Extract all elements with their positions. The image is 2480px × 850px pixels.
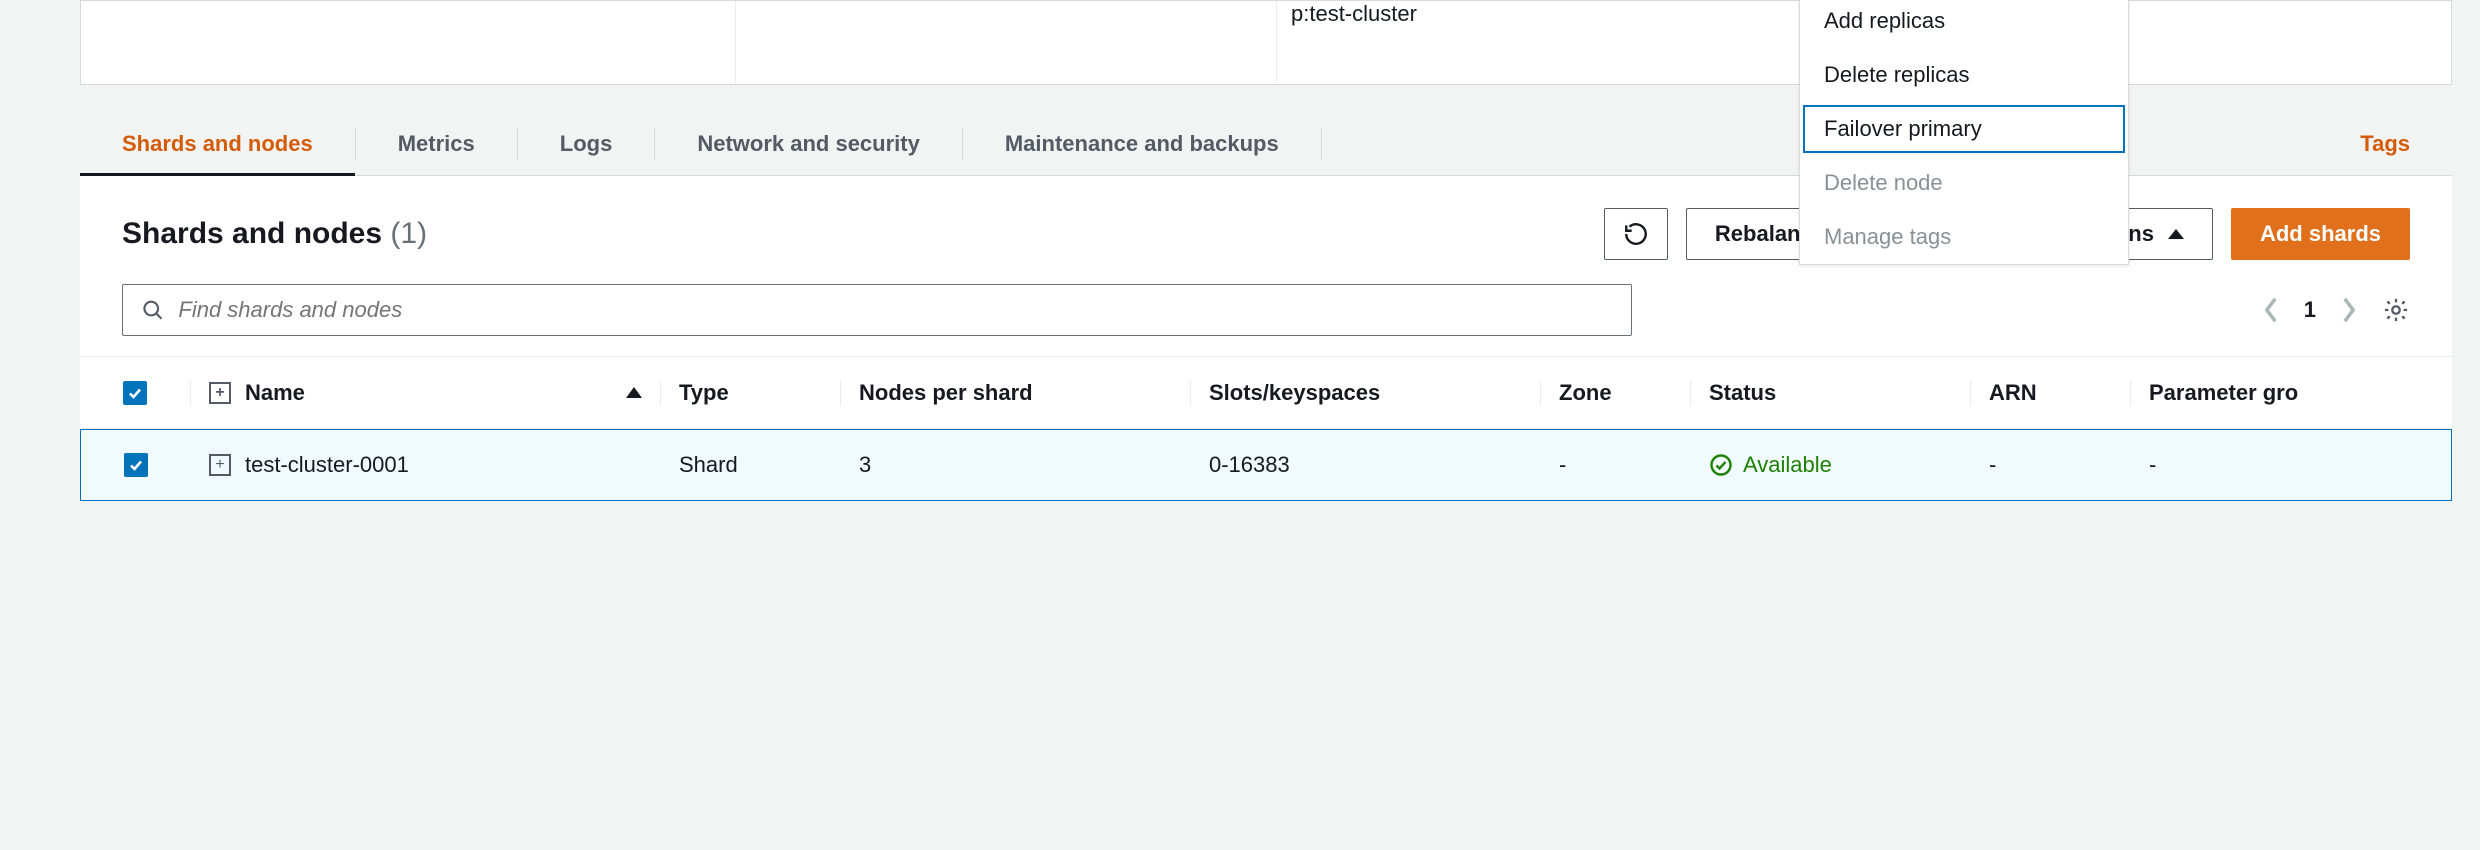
menu-item-delete-replicas[interactable]: Delete replicas (1800, 48, 2128, 102)
tab-maintenance-and-backups[interactable]: Maintenance and backups (963, 113, 1321, 175)
row-name: test-cluster-0001 (245, 452, 409, 478)
col-type[interactable]: Type (660, 380, 840, 406)
refresh-icon (1623, 221, 1649, 247)
shards-table: + Name Type Nodes per shard Slots/keyspa… (80, 356, 2452, 501)
menu-item-delete-node: Delete node (1800, 156, 2128, 210)
status-ok-icon (1709, 453, 1733, 477)
menu-item-add-replicas[interactable]: Add replicas (1800, 0, 2128, 48)
menu-item-failover-primary[interactable]: Failover primary (1800, 102, 2128, 156)
caret-up-icon (2168, 229, 2184, 239)
table-row[interactable]: + test-cluster-0001 Shard 3 0-16383 - Av… (80, 429, 2452, 501)
tab-metrics[interactable]: Metrics (356, 113, 517, 175)
tab-logs[interactable]: Logs (518, 113, 655, 175)
row-select-cell[interactable] (81, 453, 191, 477)
row-checkbox[interactable] (124, 453, 148, 477)
add-shards-button[interactable]: Add shards (2231, 208, 2410, 260)
expand-all-icon[interactable]: + (209, 382, 231, 404)
row-parameter-group: - (2131, 452, 2451, 478)
expand-row-icon[interactable]: + (209, 454, 231, 476)
col-slots[interactable]: Slots/keyspaces (1190, 380, 1540, 406)
row-slots: 0-16383 (1191, 452, 1541, 478)
cluster-label: p:test-cluster (1291, 1, 1417, 27)
divider (1276, 1, 1277, 84)
tab-network-and-security[interactable]: Network and security (655, 113, 962, 175)
row-type: Shard (661, 452, 841, 478)
row-zone: - (1541, 452, 1691, 478)
col-arn[interactable]: ARN (1970, 380, 2130, 406)
select-all-cell[interactable] (80, 381, 190, 405)
col-name[interactable]: + Name (190, 380, 660, 406)
search-box[interactable] (122, 284, 1632, 336)
panel-title-text: Shards and nodes (122, 217, 382, 250)
search-input[interactable] (178, 297, 1613, 323)
refresh-button[interactable] (1604, 208, 1668, 260)
select-all-checkbox[interactable] (123, 381, 147, 405)
prev-page-icon[interactable] (2262, 296, 2280, 324)
row-status-text: Available (1743, 452, 1832, 478)
row-nodes-per-shard: 3 (841, 452, 1191, 478)
panel-item-count: (1) (390, 217, 427, 250)
sort-asc-icon (626, 387, 642, 398)
tabs-bar: Shards and nodes Metrics Logs Network an… (80, 113, 2452, 176)
menu-item-manage-tags: Manage tags (1800, 210, 2128, 264)
divider (735, 1, 736, 84)
search-icon (141, 298, 164, 322)
panel-title: Shards and nodes (1) (122, 217, 1586, 251)
actions-dropdown-menu: Add replicas Delete replicas Failover pr… (1799, 0, 2129, 265)
row-arn: - (1971, 452, 2131, 478)
col-zone[interactable]: Zone (1540, 380, 1690, 406)
next-page-icon[interactable] (2340, 296, 2358, 324)
col-parameter-group[interactable]: Parameter gro (2130, 380, 2452, 406)
tab-tags[interactable]: Tags (2318, 113, 2452, 175)
settings-icon[interactable] (2382, 296, 2410, 324)
page-number: 1 (2304, 297, 2316, 323)
divider (1321, 128, 1322, 160)
tab-shards-and-nodes[interactable]: Shards and nodes (80, 113, 355, 175)
col-nodes-per-shard[interactable]: Nodes per shard (840, 380, 1190, 406)
col-status[interactable]: Status (1690, 380, 1970, 406)
search-row: 1 (80, 260, 2452, 356)
pagination: 1 (2262, 296, 2410, 324)
table-header-row: + Name Type Nodes per shard Slots/keyspa… (80, 357, 2452, 429)
row-status: Available (1691, 452, 1971, 478)
col-name-label: Name (245, 380, 305, 406)
row-name-cell: + test-cluster-0001 (191, 452, 661, 478)
